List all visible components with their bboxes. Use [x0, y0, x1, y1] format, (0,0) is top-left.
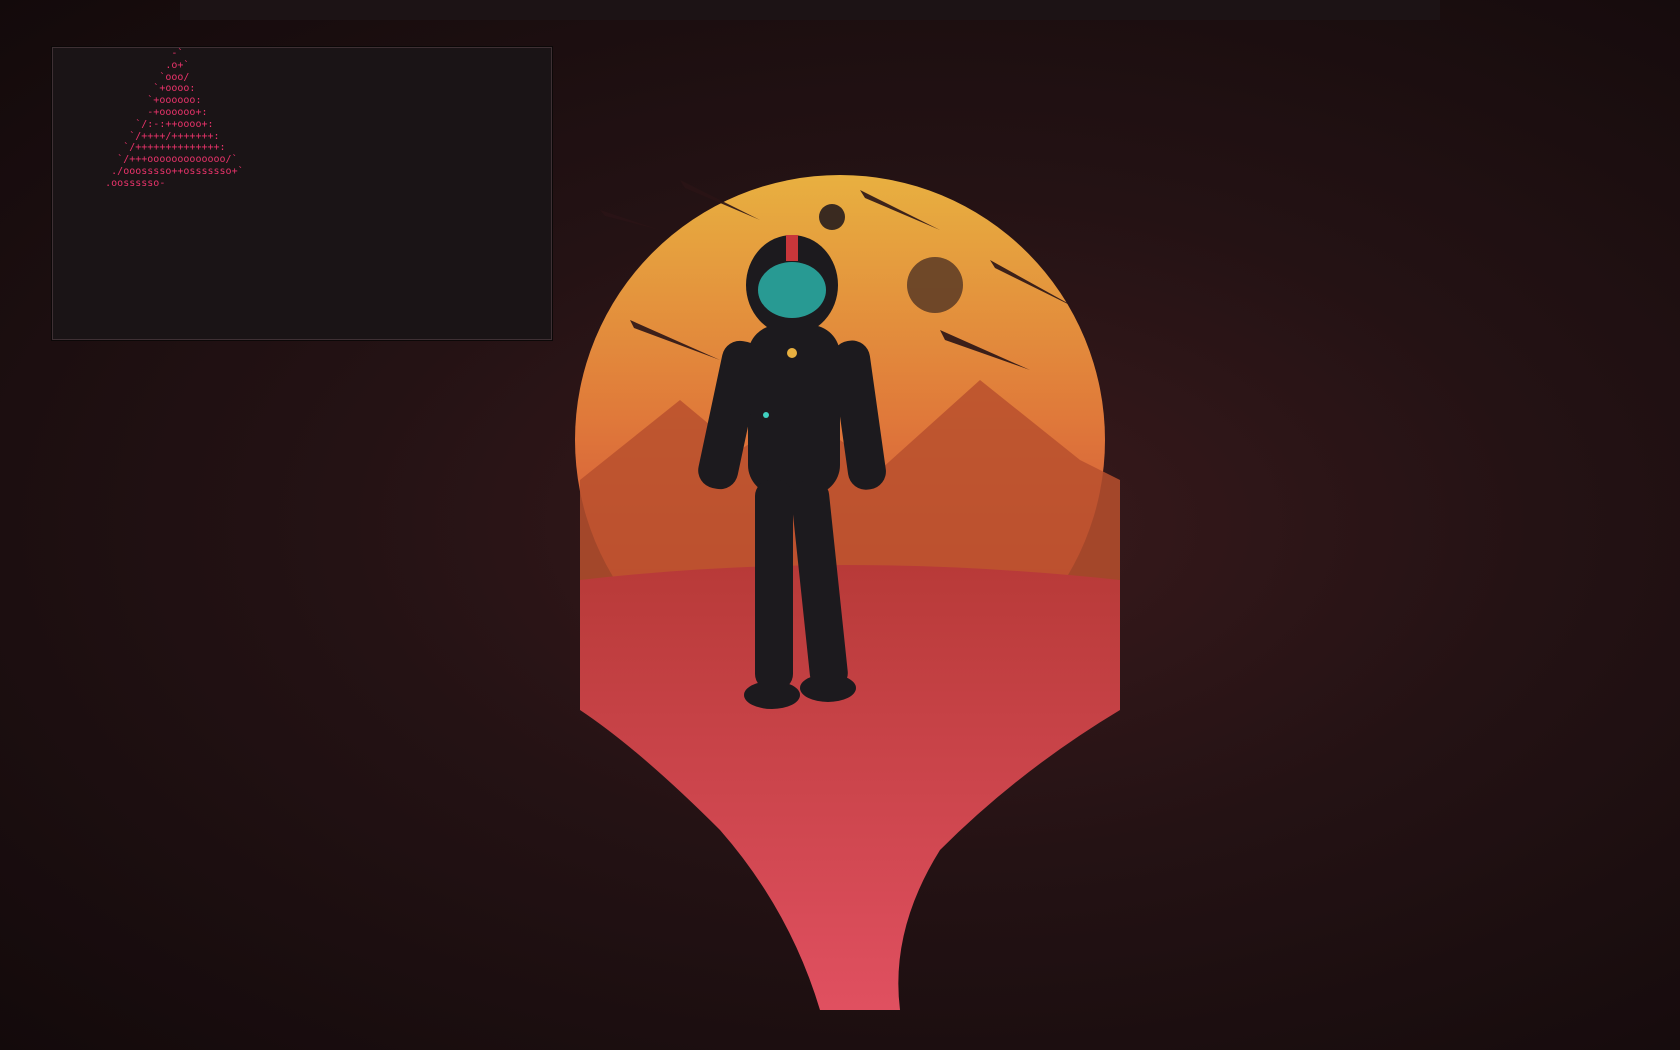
neofetch-terminal[interactable]: -` .o+` `ooo/ `+oooo: `+oooooo: -+oooooo… [52, 47, 552, 340]
arch-logo: -` .o+` `ooo/ `+oooo: `+oooooo: -+oooooo… [105, 48, 244, 189]
wallpaper-astronaut [575, 175, 1120, 1010]
top-bar [180, 0, 1440, 20]
